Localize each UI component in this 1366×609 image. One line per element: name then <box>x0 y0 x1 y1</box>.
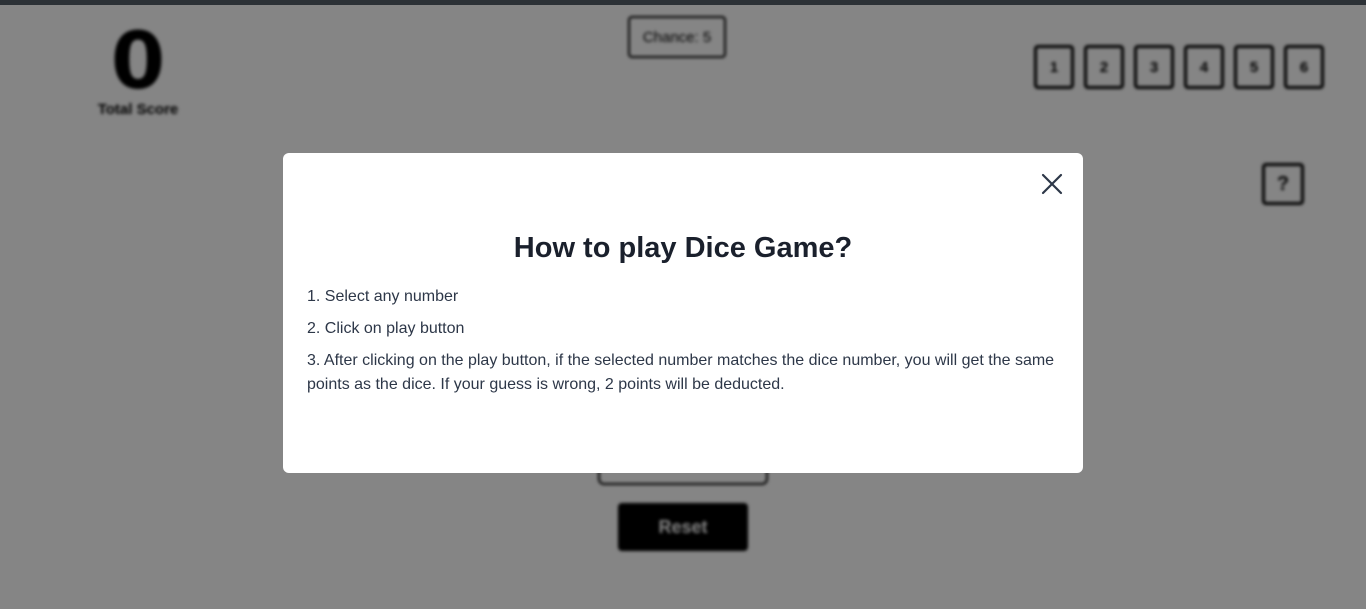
rule-step-2: 2. Click on play button <box>307 320 465 337</box>
rule-step-1: 1. Select any number <box>307 288 459 305</box>
close-icon[interactable] <box>1040 172 1064 196</box>
modal-title: How to play Dice Game? <box>513 232 853 264</box>
rules-list: 1. Select any number 2. Click on play bu… <box>307 285 1063 405</box>
rule-step-3: 3. After clicking on the play button, if… <box>307 352 1055 393</box>
